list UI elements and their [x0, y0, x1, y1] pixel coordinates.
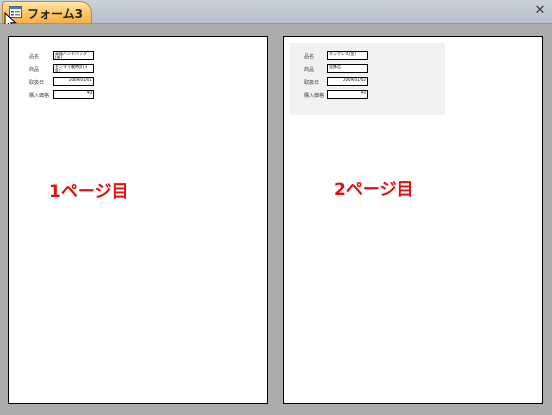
preview-page-1[interactable]: 品名 高級ハンドバッグ(茶) 商品 ゼンマイ腕時計(3針) 取扱日 2009/0…	[8, 36, 268, 404]
field-label-price: 購入価格	[29, 93, 50, 99]
field-label-product: 商品	[29, 67, 40, 73]
field-value-price: ¥0	[327, 90, 368, 99]
page-caption: 2ページ目	[334, 180, 414, 200]
field-value-name: ネックレス(金)	[327, 51, 368, 60]
field-value-date: 2009/01/02	[327, 77, 368, 86]
field-label-price: 購入価格	[304, 93, 325, 99]
field-label-name: 品名	[29, 54, 40, 60]
field-value-product: ゼンマイ腕時計(3針)	[53, 64, 94, 73]
document-tab-bar: フォーム3 ✕	[0, 0, 552, 24]
form-tab-title: フォーム3	[27, 7, 83, 21]
field-label-date: 取扱日	[304, 80, 320, 86]
close-icon[interactable]: ✕	[534, 4, 546, 17]
print-preview-area[interactable]: 品名 高級ハンドバッグ(茶) 商品 ゼンマイ腕時計(3針) 取扱日 2009/0…	[0, 24, 552, 415]
field-label-date: 取扱日	[29, 80, 45, 86]
field-value-date: 2009/01/01	[53, 77, 94, 86]
field-value-price: ¥0	[53, 90, 94, 99]
preview-page-2[interactable]: 品名 ネックレス(金) 商品 宝飾品 取扱日 2009/01/02 購入価格 ¥…	[283, 36, 543, 404]
page-caption: 1ページ目	[49, 182, 129, 202]
field-value-product: 宝飾品	[327, 64, 368, 73]
field-label-name: 品名	[304, 54, 315, 60]
field-value-name: 高級ハンドバッグ(茶)	[53, 51, 94, 60]
field-label-product: 商品	[304, 67, 315, 73]
